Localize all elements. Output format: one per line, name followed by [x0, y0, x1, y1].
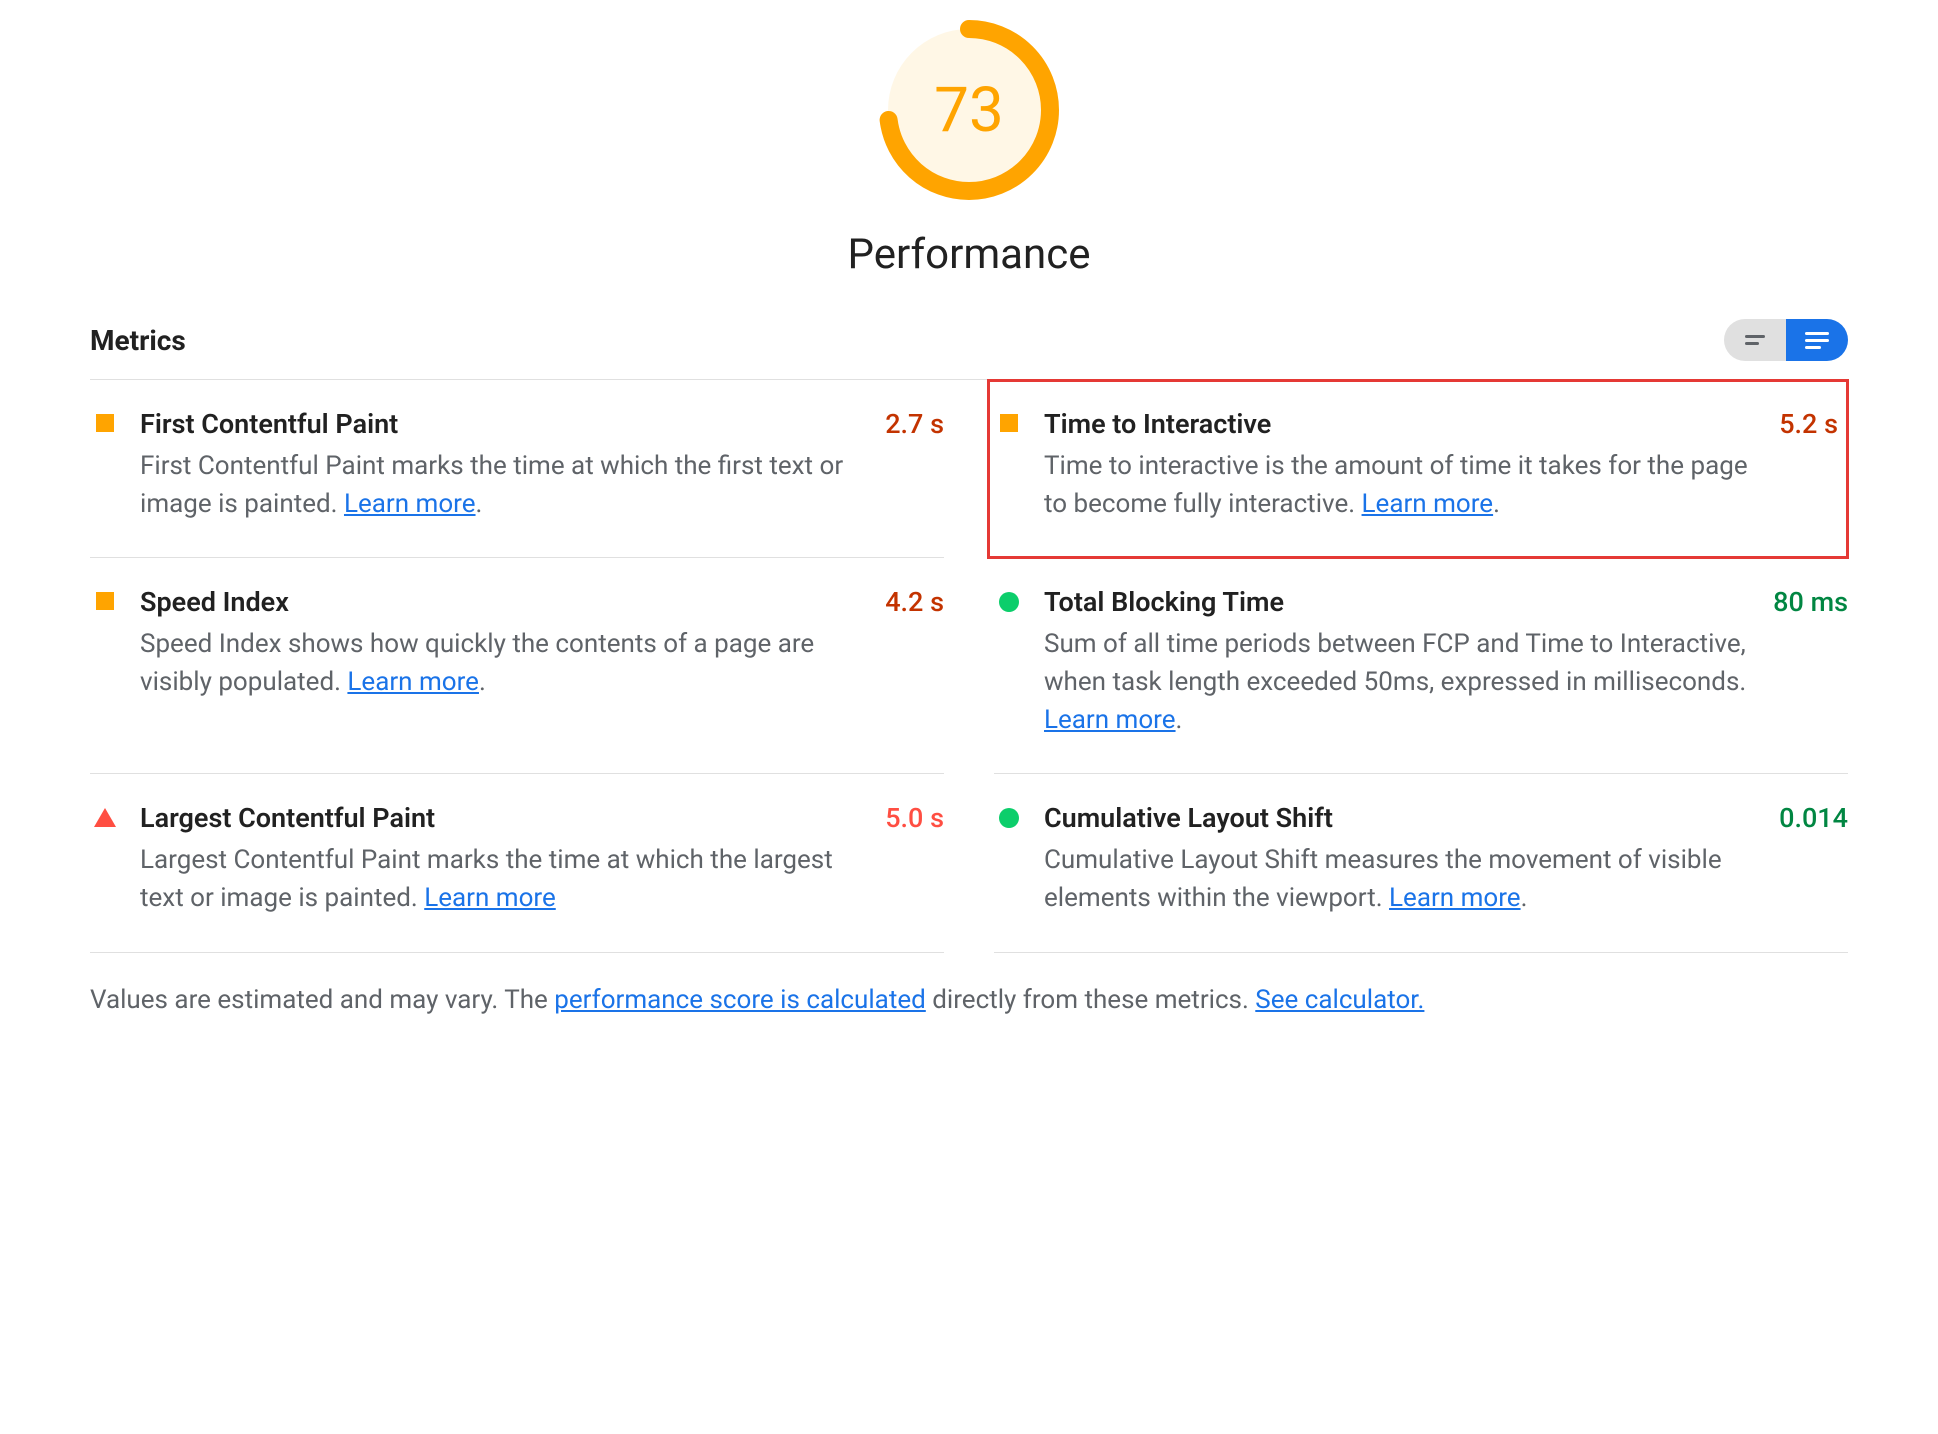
- expanded-icon: [1805, 332, 1829, 349]
- square-orange-icon: [1000, 414, 1018, 432]
- metric-title: Largest Contentful Paint: [140, 802, 865, 834]
- learn-more-link[interactable]: Learn more: [424, 883, 556, 913]
- learn-more-link[interactable]: Learn more: [1362, 489, 1494, 519]
- metric-value: 80 ms: [1773, 586, 1848, 739]
- status-icon: [90, 586, 120, 739]
- status-icon: [994, 802, 1024, 917]
- view-toggle: [1724, 319, 1848, 361]
- metric-description: First Contentful Paint marks the time at…: [140, 448, 865, 523]
- metric-title: Total Blocking Time: [1044, 586, 1753, 618]
- learn-more-link[interactable]: Learn more: [344, 489, 476, 519]
- score-calc-link[interactable]: performance score is calculated: [554, 985, 926, 1015]
- metric-si: Speed Index Speed Index shows how quickl…: [90, 558, 944, 774]
- learn-more-link[interactable]: Learn more: [347, 667, 479, 697]
- circle-green-icon: [999, 808, 1019, 828]
- performance-gauge: 73 Performance: [90, 20, 1848, 279]
- status-icon: [90, 408, 120, 523]
- status-icon: [994, 408, 1024, 523]
- gauge-score: 73: [879, 20, 1059, 200]
- metric-value: 2.7 s: [885, 408, 944, 523]
- learn-more-link[interactable]: Learn more: [1044, 705, 1176, 735]
- metric-tbt: Total Blocking Time Sum of all time peri…: [994, 558, 1848, 774]
- metric-lcp: Largest Contentful Paint Largest Content…: [90, 774, 944, 952]
- metric-title: First Contentful Paint: [140, 408, 865, 440]
- gauge-label: Performance: [848, 230, 1091, 279]
- metric-value: 4.2 s: [885, 586, 944, 739]
- metric-title: Cumulative Layout Shift: [1044, 802, 1759, 834]
- metric-description: Largest Contentful Paint marks the time …: [140, 842, 865, 917]
- metric-tti: Time to Interactive Time to interactive …: [988, 380, 1848, 558]
- metric-description: Sum of all time periods between FCP and …: [1044, 626, 1753, 739]
- metric-description: Cumulative Layout Shift measures the mov…: [1044, 842, 1759, 917]
- metric-value: 0.014: [1779, 802, 1848, 917]
- status-icon: [90, 802, 120, 917]
- metric-description: Speed Index shows how quickly the conten…: [140, 626, 865, 701]
- square-orange-icon: [96, 592, 114, 610]
- metric-title: Time to Interactive: [1044, 408, 1759, 440]
- collapsed-icon: [1745, 335, 1765, 345]
- metric-cls: Cumulative Layout Shift Cumulative Layou…: [994, 774, 1848, 952]
- metrics-heading: Metrics: [90, 324, 186, 357]
- footnote: Values are estimated and may vary. The p…: [90, 985, 1848, 1015]
- toggle-collapsed-button[interactable]: [1724, 319, 1786, 361]
- circle-green-icon: [999, 592, 1019, 612]
- metric-description: Time to interactive is the amount of tim…: [1044, 448, 1759, 523]
- triangle-red-icon: [94, 808, 116, 827]
- metric-value: 5.2 s: [1779, 408, 1838, 523]
- status-icon: [994, 586, 1024, 739]
- gauge-ring: 73: [879, 20, 1059, 200]
- metric-title: Speed Index: [140, 586, 865, 618]
- see-calculator-link[interactable]: See calculator.: [1255, 985, 1424, 1015]
- learn-more-link[interactable]: Learn more: [1389, 883, 1521, 913]
- metric-fcp: First Contentful Paint First Contentful …: [90, 380, 944, 558]
- square-orange-icon: [96, 414, 114, 432]
- metric-value: 5.0 s: [885, 802, 944, 917]
- toggle-expanded-button[interactable]: [1786, 319, 1848, 361]
